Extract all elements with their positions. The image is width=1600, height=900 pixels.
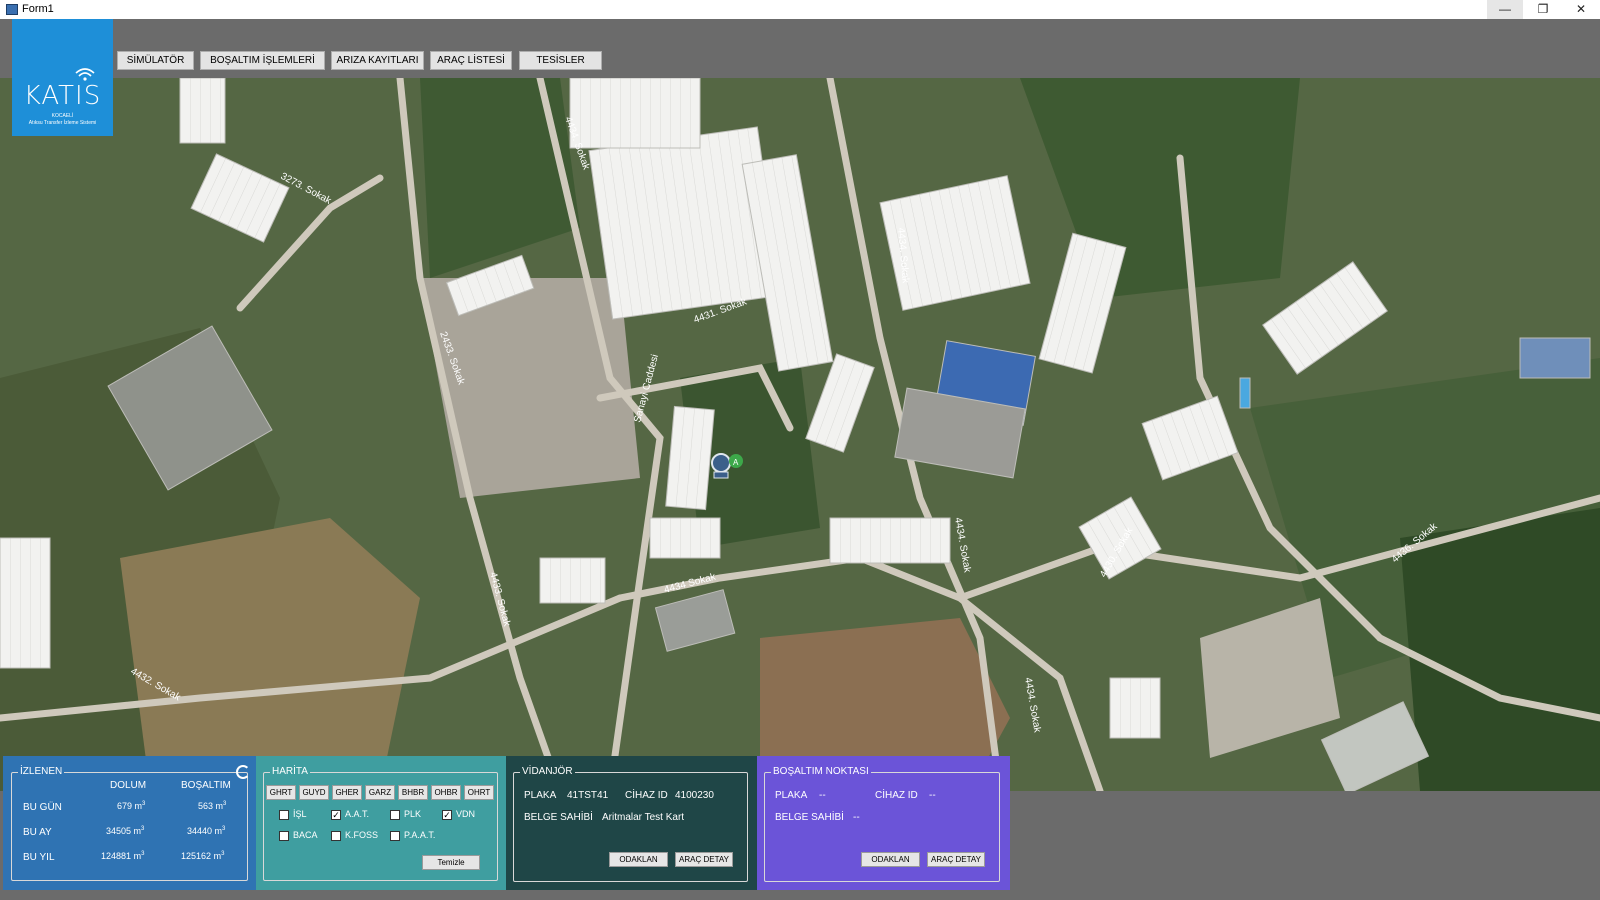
- izlenen-col-fill: DOLUM: [110, 780, 147, 791]
- maximize-button[interactable]: ❐: [1525, 0, 1561, 19]
- isl-label: İŞL: [293, 809, 307, 819]
- izlenen-col-empty: BOŞALTIM: [181, 780, 231, 791]
- bosaltim-panel: BOŞALTIM NOKTASI PLAKA -- CİHAZ ID -- BE…: [757, 756, 1010, 890]
- nav-ariza-button[interactable]: ARIZA KAYITLARI: [331, 51, 424, 70]
- map-layer-ghrt-button[interactable]: GHRT: [266, 785, 296, 800]
- bosaltim-focus-button[interactable]: ODAKLAN: [861, 852, 920, 867]
- bosaltim-device-label: CİHAZ ID: [875, 790, 918, 801]
- aat-checkbox[interactable]: ✓: [331, 810, 341, 820]
- vidanjor-plate-label: PLAKA: [524, 790, 557, 801]
- vidanjor-owner-value: Aritmalar Test Kart: [602, 812, 685, 823]
- map-layer-guyd-button[interactable]: GUYD: [299, 785, 329, 800]
- izlenen-fill-value: 124881 m3: [101, 851, 145, 861]
- izlenen-row-label: BU GÜN: [23, 802, 62, 813]
- map-layer-ohbr-button[interactable]: OHBR: [431, 785, 461, 800]
- vidanjor-title: VİDANJÖR: [520, 766, 575, 777]
- logo-line1: KOCAELİ: [51, 113, 74, 119]
- izlenen-empty-value: 125162 m3: [181, 851, 225, 861]
- harita-panel: HARİTA GHRT GUYD GHER GARZ BHBR OHBR OHR…: [256, 756, 506, 890]
- paat-label: P.A.A.T.: [404, 830, 436, 840]
- isl-checkbox[interactable]: [279, 810, 289, 820]
- vdn-checkbox[interactable]: ✓: [442, 810, 452, 820]
- kfoss-label: K.FOSS: [345, 830, 379, 840]
- logo-line2: Atıksu Transfer İzleme Sistemi: [28, 120, 97, 126]
- izlenen-row-label: BU AY: [23, 827, 52, 838]
- baca-label: BACA: [293, 830, 318, 840]
- kfoss-checkbox[interactable]: [331, 831, 341, 841]
- clear-button[interactable]: Temizle: [422, 855, 480, 870]
- map-layer-bhbr-button[interactable]: BHBR: [398, 785, 428, 800]
- plk-checkbox[interactable]: [390, 810, 400, 820]
- close-button[interactable]: ✕: [1563, 0, 1599, 19]
- izlenen-panel: İZLENEN DOLUM BOŞALTIM BU GÜN 679 m3 563…: [3, 756, 256, 890]
- baca-checkbox[interactable]: [279, 831, 289, 841]
- satellite-map[interactable]: 3273. Sokak 4434. Sokak 4431. Sokak 2433…: [0, 78, 1600, 791]
- vidanjor-detail-button[interactable]: ARAÇ DETAY: [675, 852, 733, 867]
- nav-bosaltim-button[interactable]: BOŞALTIM İŞLEMLERİ: [200, 51, 325, 70]
- izlenen-row-label: BU YIL: [23, 852, 55, 863]
- vidanjor-focus-button[interactable]: ODAKLAN: [609, 852, 668, 867]
- bosaltim-detail-button[interactable]: ARAÇ DETAY: [927, 852, 985, 867]
- map-layer-garz-button[interactable]: GARZ: [365, 785, 395, 800]
- izlenen-empty-value: 563 m3: [198, 801, 227, 811]
- nav-simulator-button[interactable]: SİMÜLATÖR: [117, 51, 194, 70]
- minimize-button[interactable]: —: [1487, 0, 1523, 19]
- vidanjor-panel: VİDANJÖR PLAKA 41TST41 CİHAZ ID 4100230 …: [506, 756, 757, 890]
- vdn-label: VDN: [456, 809, 476, 819]
- vidanjor-owner-label: BELGE SAHİBİ: [524, 812, 593, 823]
- bosaltim-owner-label: BELGE SAHİBİ: [775, 812, 844, 823]
- bosaltim-owner-value: --: [853, 812, 860, 823]
- harita-title: HARİTA: [270, 766, 310, 777]
- map-layer-ohrt-button[interactable]: OHRT: [464, 785, 494, 800]
- izlenen-fill-value: 679 m3: [117, 801, 146, 811]
- bosaltim-title: BOŞALTIM NOKTASI: [771, 766, 871, 777]
- map-canvas[interactable]: 3273. Sokak 4434. Sokak 4431. Sokak 2433…: [0, 78, 1600, 791]
- bosaltim-plate-value: --: [819, 790, 826, 801]
- vidanjor-device-label: CİHAZ ID: [625, 790, 668, 801]
- refresh-icon[interactable]: [236, 765, 250, 779]
- nav-tesisler-button[interactable]: TESİSLER: [519, 51, 602, 70]
- window-title: Form1: [22, 3, 54, 15]
- bosaltim-plate-label: PLAKA: [775, 790, 808, 801]
- logo-brand: KATIS: [23, 81, 102, 111]
- vidanjor-plate-value: 41TST41: [567, 790, 609, 801]
- app-icon: [6, 4, 18, 15]
- bosaltim-device-value: --: [929, 790, 936, 801]
- plk-label: PLK: [404, 809, 422, 819]
- izlenen-fill-value: 34505 m3: [106, 826, 145, 836]
- izlenen-empty-value: 34440 m3: [187, 826, 226, 836]
- marker-badge: A: [733, 458, 739, 467]
- nav-arac-listesi-button[interactable]: ARAÇ LİSTESİ: [430, 51, 512, 70]
- vidanjor-device-value: 4100230: [675, 790, 714, 801]
- izlenen-title: İZLENEN: [18, 766, 65, 777]
- aat-label: A.A.T.: [345, 809, 370, 819]
- wifi-icon: [75, 68, 95, 81]
- map-layer-gher-button[interactable]: GHER: [332, 785, 362, 800]
- title-bar: Form1 — ❐ ✕: [0, 0, 1600, 19]
- paat-checkbox[interactable]: [390, 831, 400, 841]
- katis-logo: KATIS KOCAELİ Atıksu Transfer İzleme Sis…: [12, 19, 113, 136]
